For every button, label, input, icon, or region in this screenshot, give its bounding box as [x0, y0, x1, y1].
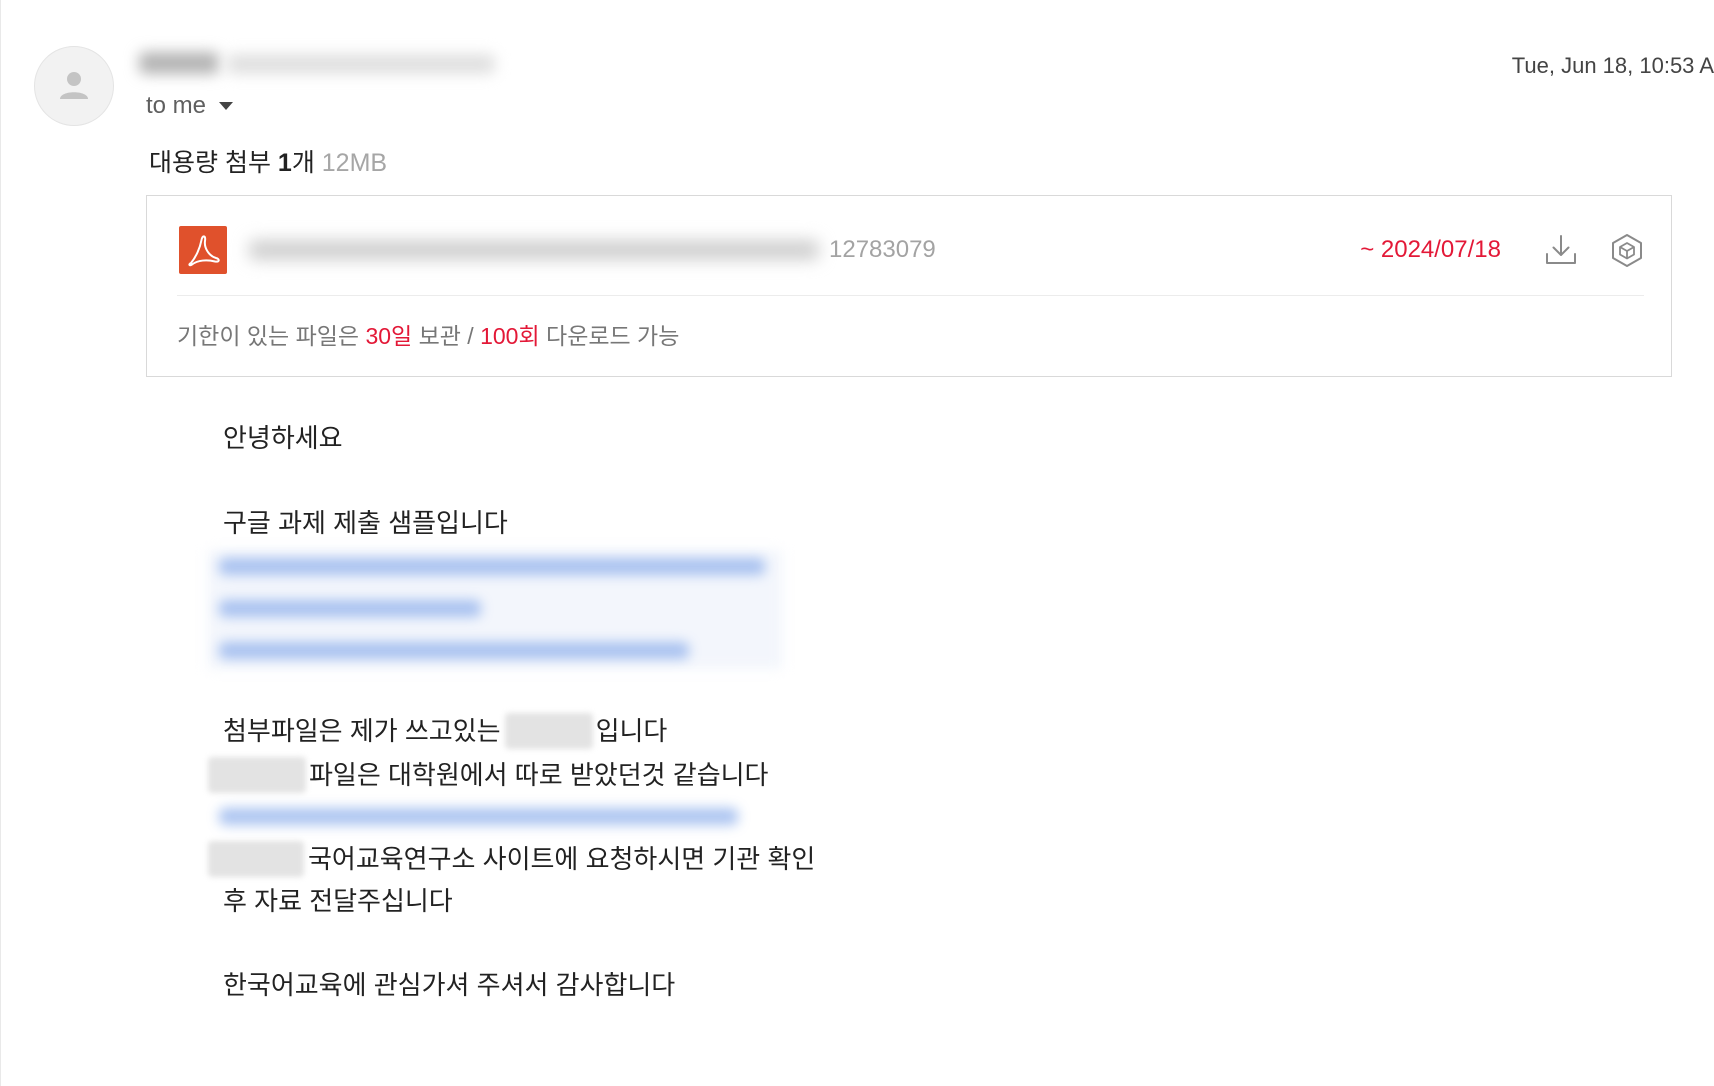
body-line-2: 첨부파일은 제가 쓰고있는 입니다 [223, 713, 667, 749]
note-download-limit: 100회 [480, 323, 540, 349]
redacted-text [504, 713, 593, 749]
note-suffix: 다운로드 가능 [539, 323, 680, 349]
attachment-retention-note: 기한이 있는 파일은 30일 보관 / 100회 다운로드 가능 [177, 321, 679, 351]
redacted-text [249, 240, 819, 260]
redacted-sender-display-name [139, 52, 219, 74]
body-line-4-text: 국어교육연구소 사이트에 요청하시면 기관 확인 [308, 844, 816, 874]
caret-down-icon[interactable] [219, 102, 234, 110]
redacted-text [208, 757, 306, 793]
person-icon [60, 72, 88, 99]
save-to-drive-button[interactable] [1609, 232, 1645, 268]
recipient-details-toggle[interactable]: to me [146, 92, 234, 120]
download-icon [1546, 235, 1576, 264]
sender-avatar[interactable] [34, 46, 114, 126]
body-line-2-start: 첨부파일은 제가 쓰고있는 [223, 716, 501, 746]
redacted-link-1[interactable] [219, 558, 765, 575]
body-line-3: 파일은 대학원에서 따로 받았던것 같습니다 [208, 757, 768, 793]
redacted-sender-address [227, 54, 495, 74]
body-line-3-text: 파일은 대학원에서 따로 받았던것 같습니다 [309, 760, 769, 790]
attachment-total-size: 12MB [314, 149, 388, 177]
file-expiry-date: ~ 2024/07/18 [1360, 236, 1501, 263]
body-greeting: 안녕하세요 [223, 423, 343, 453]
body-line-2-end: 입니다 [595, 716, 668, 746]
attachment-heading-label: 대용량 첨부 [149, 149, 278, 177]
recipient-label: to me [146, 92, 207, 119]
download-button[interactable] [1543, 232, 1579, 268]
pdf-icon[interactable] [179, 226, 227, 274]
attachment-card: 12783079 ~ 2024/07/18 기한이 있는 파일은 30일 보관 … [146, 195, 1672, 377]
body-line-5: 후 자료 전달주십니다 [223, 886, 453, 916]
cube-icon [1612, 234, 1642, 267]
body-closing: 한국어교육에 관심가셔 주셔서 감사합니다 [223, 970, 676, 1000]
note-middle: 보관 / [412, 323, 481, 349]
note-retention-days: 30일 [365, 323, 413, 349]
left-border [0, 0, 1, 1086]
redacted-link-3[interactable] [219, 642, 689, 659]
attachment-count: 1 [277, 149, 292, 177]
redacted-sender-name [133, 42, 505, 84]
redacted-text [208, 841, 304, 877]
message-date: Tue, Jun 18, 10:53 A [1511, 53, 1714, 78]
file-size: 12783079 [829, 236, 936, 263]
note-prefix: 기한이 있는 파일은 [177, 323, 366, 349]
redacted-link-4[interactable] [219, 808, 738, 825]
redacted-file-name-link[interactable] [241, 226, 827, 275]
attachment-heading: 대용량 첨부 1개 12MB [149, 147, 387, 179]
attachment-count-unit: 개 [291, 149, 315, 177]
body-line-1: 구글 과제 제출 샘플입니다 [223, 508, 508, 538]
redacted-link-2[interactable] [219, 600, 481, 617]
attachment-divider [177, 295, 1644, 296]
body-line-4: 국어교육연구소 사이트에 요청하시면 기관 확인 [208, 841, 815, 877]
